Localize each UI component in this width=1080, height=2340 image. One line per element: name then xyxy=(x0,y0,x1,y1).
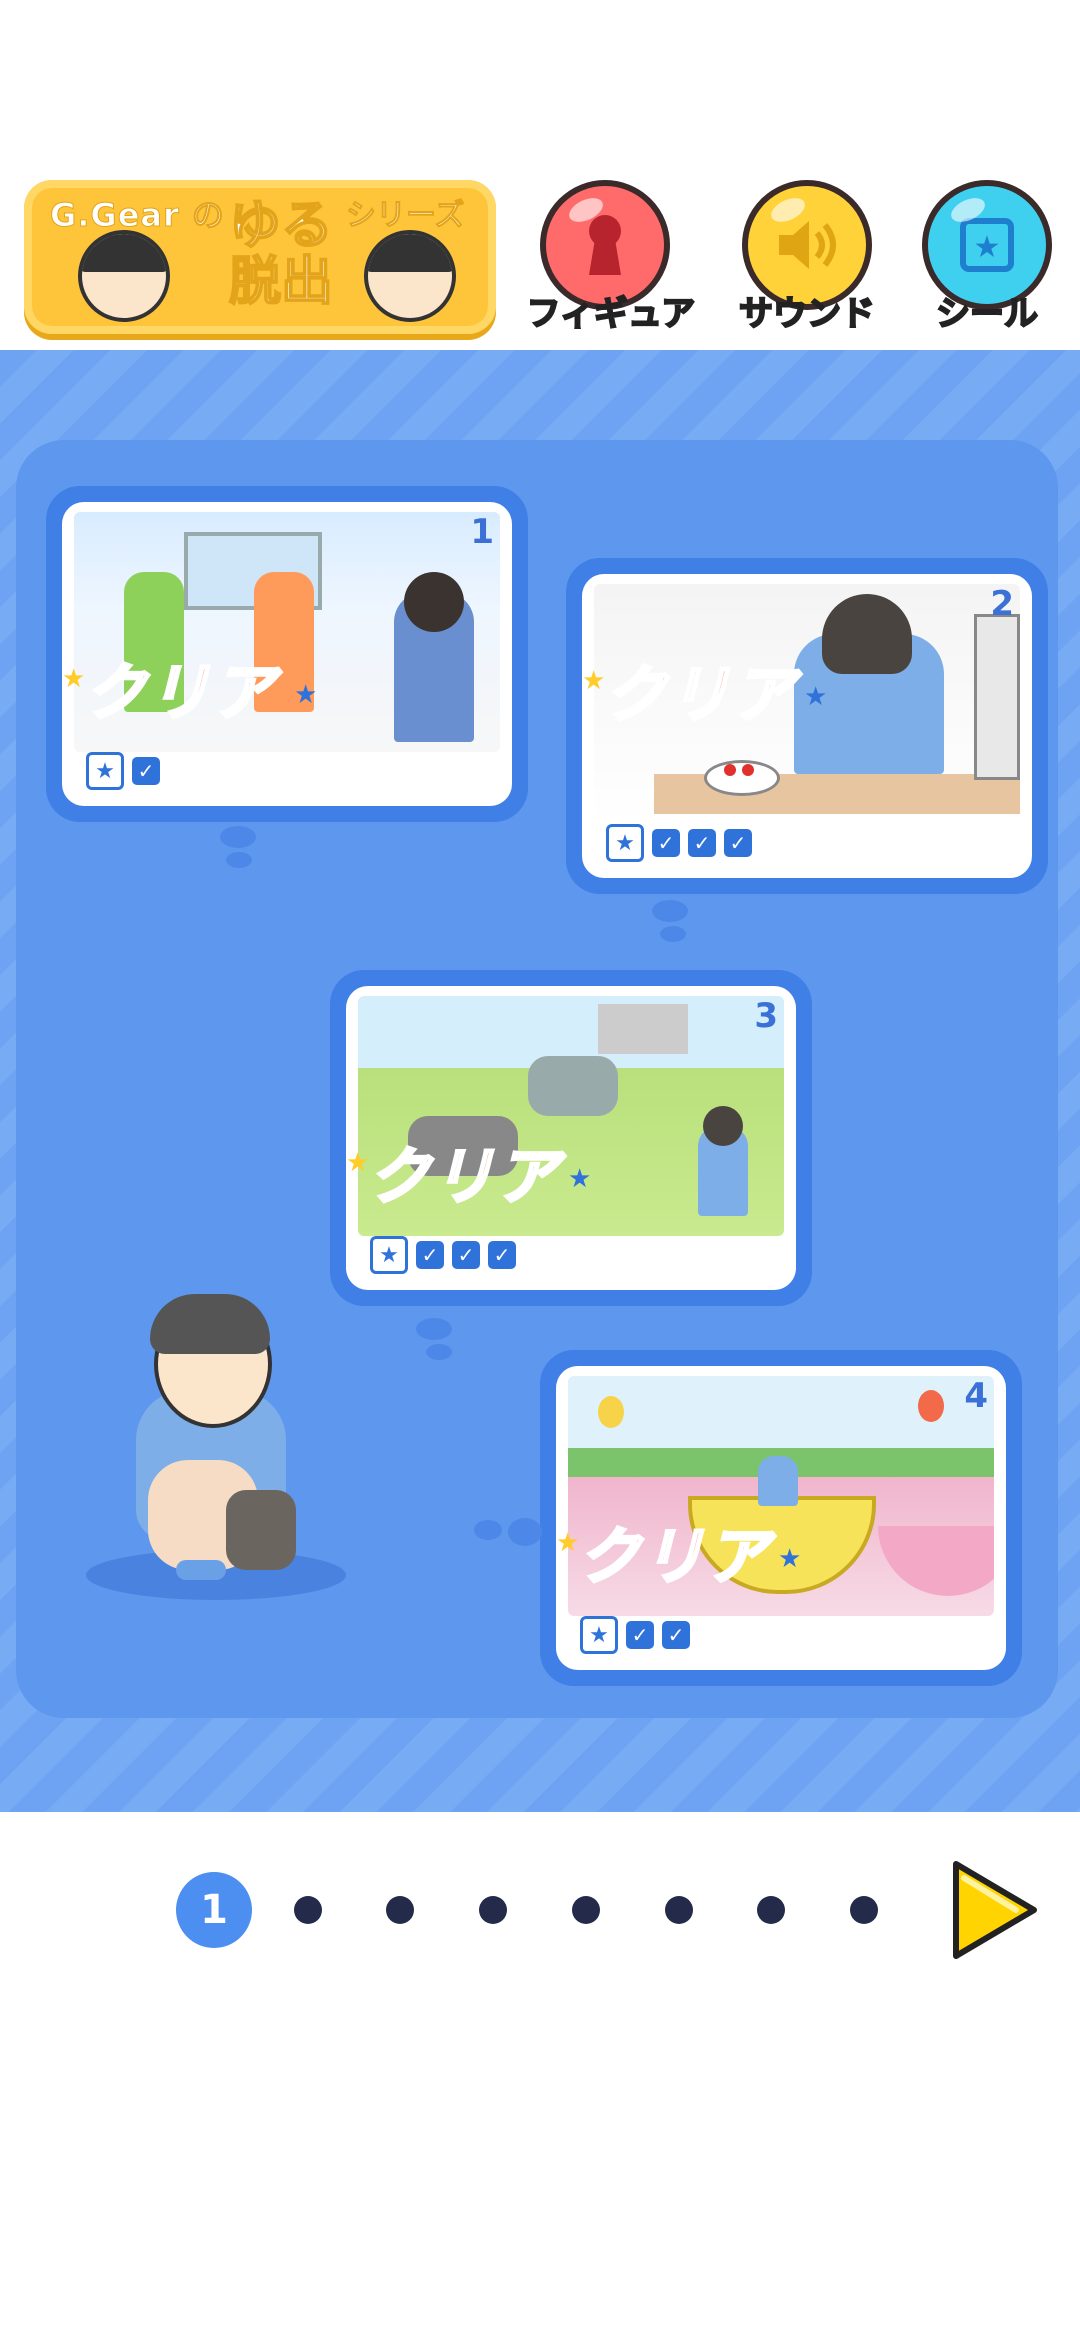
stage-2-status-icons: ★ ✓ ✓ ✓ xyxy=(606,824,752,862)
sound-button-label: サウンド xyxy=(738,293,876,335)
page-dot[interactable] xyxy=(850,1896,878,1924)
sticker-button-label: シール xyxy=(935,293,1039,335)
star-icon: ★ xyxy=(804,682,828,712)
bubble xyxy=(226,852,252,868)
stage-3-clear-label: クリア xyxy=(366,1139,561,1215)
stage-1-clear-label: クリア xyxy=(82,655,277,731)
bubble xyxy=(426,1344,452,1360)
figure-button-label: フィギュア xyxy=(526,293,697,335)
logo-title: ゆる 脱出 xyxy=(206,196,356,312)
stage-2-number: 2 xyxy=(990,584,1014,624)
logo-character-left xyxy=(78,230,170,322)
star-icon: ★ xyxy=(778,1544,802,1574)
game-logo: G.Gear の ゆる 脱出 シリーズ xyxy=(24,180,496,334)
bubble xyxy=(474,1520,502,1540)
logo-title-line2: 脱出 xyxy=(228,252,334,312)
stage-1-number: 1 xyxy=(470,512,494,552)
check-icon: ✓ xyxy=(626,1621,654,1649)
stage-4-clear-label: クリア xyxy=(576,1519,771,1595)
stage-3-status-icons: ★ ✓ ✓ ✓ xyxy=(370,1236,516,1274)
logo-brand: G.Gear の xyxy=(50,196,225,235)
check-icon: ✓ xyxy=(488,1241,516,1269)
bubble xyxy=(660,926,686,942)
stage-card-4[interactable]: 4 クリア ★ ★ ★ ✓ ✓ xyxy=(540,1350,1022,1686)
stage-4-number: 4 xyxy=(964,1376,988,1416)
check-icon: ✓ xyxy=(416,1241,444,1269)
check-icon: ✓ xyxy=(652,829,680,857)
bubble xyxy=(220,826,256,848)
check-icon: ✓ xyxy=(724,829,752,857)
page-indicator-current[interactable]: 1 xyxy=(176,1872,252,1948)
star-icon: ★ xyxy=(568,1164,592,1194)
page-dot[interactable] xyxy=(386,1896,414,1924)
sticker-icon: ★ xyxy=(606,824,644,862)
star-icon: ★ xyxy=(62,664,86,694)
star-icon: ★ xyxy=(346,1148,370,1178)
sticker-icon: ★ xyxy=(580,1616,618,1654)
stage-4-status-icons: ★ ✓ ✓ xyxy=(580,1616,690,1654)
check-icon: ✓ xyxy=(688,829,716,857)
svg-text:★: ★ xyxy=(974,230,1001,265)
star-icon: ★ xyxy=(294,680,318,710)
page-dot[interactable] xyxy=(665,1896,693,1924)
stage-card-3[interactable]: 3 クリア ★ ★ ★ ✓ ✓ ✓ xyxy=(330,970,812,1306)
logo-series: シリーズ xyxy=(346,198,465,234)
star-icon: ★ xyxy=(582,666,606,696)
logo-title-line1: ゆる xyxy=(228,196,334,256)
star-icon: ★ xyxy=(556,1528,580,1558)
logo-character-right xyxy=(364,230,456,322)
stage-card-2[interactable]: 2 クリア ★ ★ ★ ✓ ✓ ✓ xyxy=(566,558,1048,894)
bubble xyxy=(416,1318,452,1340)
sticker-icon: ★ xyxy=(370,1236,408,1274)
bubble xyxy=(652,900,688,922)
page-dot[interactable] xyxy=(757,1896,785,1924)
check-icon: ✓ xyxy=(662,1621,690,1649)
stage-card-1[interactable]: 1 クリア ★ ★ ★ ✓ xyxy=(46,486,528,822)
stage-2-clear-label: クリア xyxy=(602,657,797,733)
sitting-boy-character xyxy=(86,1280,356,1610)
page-dot[interactable] xyxy=(479,1896,507,1924)
play-arrow-icon xyxy=(953,1861,1037,1959)
sticker-icon: ★ xyxy=(86,752,124,790)
next-page-button[interactable] xyxy=(946,1856,1042,1964)
stage-1-status-icons: ★ ✓ xyxy=(86,752,160,790)
check-icon: ✓ xyxy=(132,757,160,785)
stage-3-number: 3 xyxy=(754,996,778,1036)
check-icon: ✓ xyxy=(452,1241,480,1269)
page-dot[interactable] xyxy=(294,1896,322,1924)
page-dot[interactable] xyxy=(572,1896,600,1924)
bubble xyxy=(508,1518,542,1546)
